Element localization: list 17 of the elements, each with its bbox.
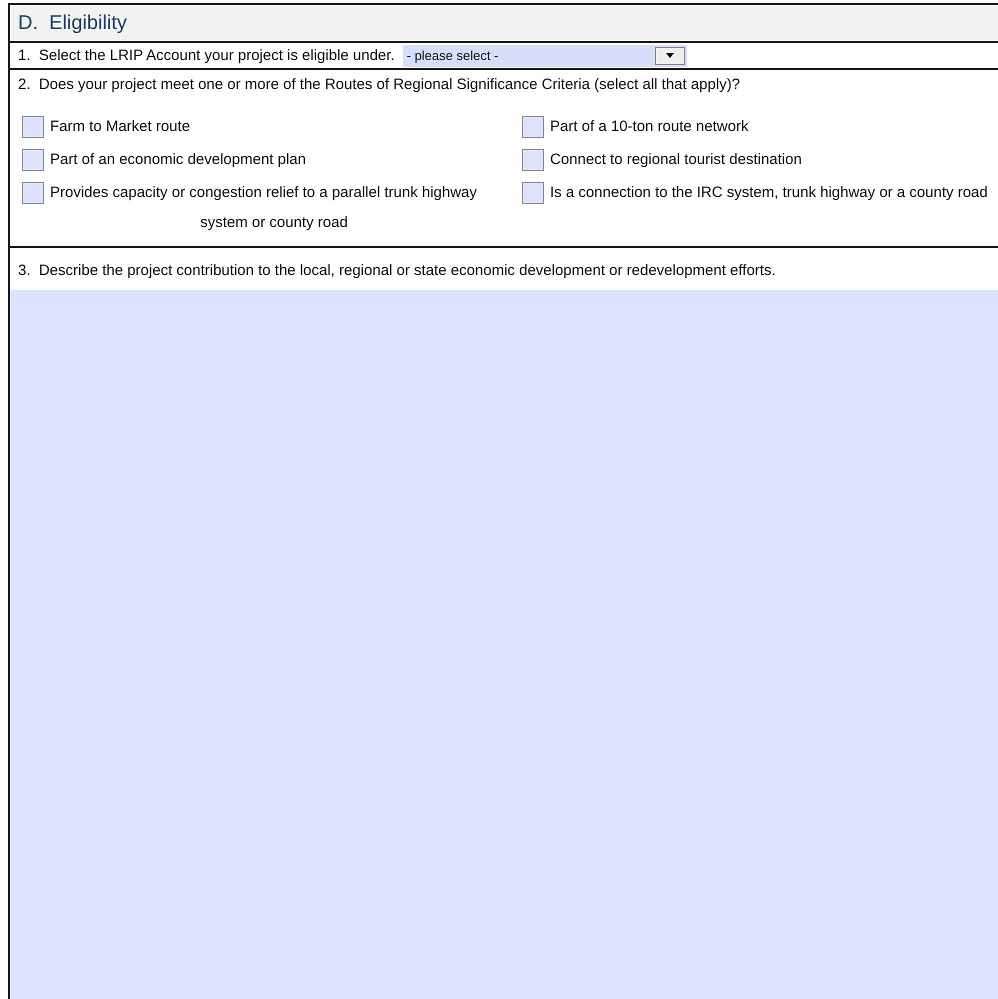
checkbox-label: Part of an economic development plan bbox=[50, 150, 306, 170]
checkbox[interactable] bbox=[22, 182, 44, 204]
account-select[interactable]: - please select - bbox=[402, 44, 687, 66]
checkbox[interactable] bbox=[22, 116, 44, 138]
checkbox-label: Is a connection to the IRC system, trunk highway or a county road bbox=[550, 183, 988, 203]
checkbox-label: Connect to regional tourist destination bbox=[550, 150, 802, 170]
question-label: 3. Describe the project contribution to the local, regional or state economic development or redevelopment efforts. bbox=[18, 261, 777, 281]
question-label: 2. Does your project meet one or more of the Routes of Regional Significance Criteria (select all that apply)? bbox=[18, 76, 740, 93]
section-title: D. Eligibility bbox=[10, 5, 998, 43]
question-label: 1. Select the LRIP Account your project is eligible under. bbox=[18, 47, 395, 64]
checkbox[interactable] bbox=[522, 149, 544, 171]
checkbox-label: Farm to Market route bbox=[50, 117, 190, 137]
checkbox[interactable] bbox=[522, 116, 544, 138]
checkbox-label: Provides capacity or congestion relief to a parallel trunk highway system or county road bbox=[50, 183, 478, 233]
checkbox[interactable] bbox=[522, 182, 544, 204]
checkbox[interactable] bbox=[22, 149, 44, 171]
checkbox-label: Part of a 10-ton route network bbox=[550, 117, 748, 137]
